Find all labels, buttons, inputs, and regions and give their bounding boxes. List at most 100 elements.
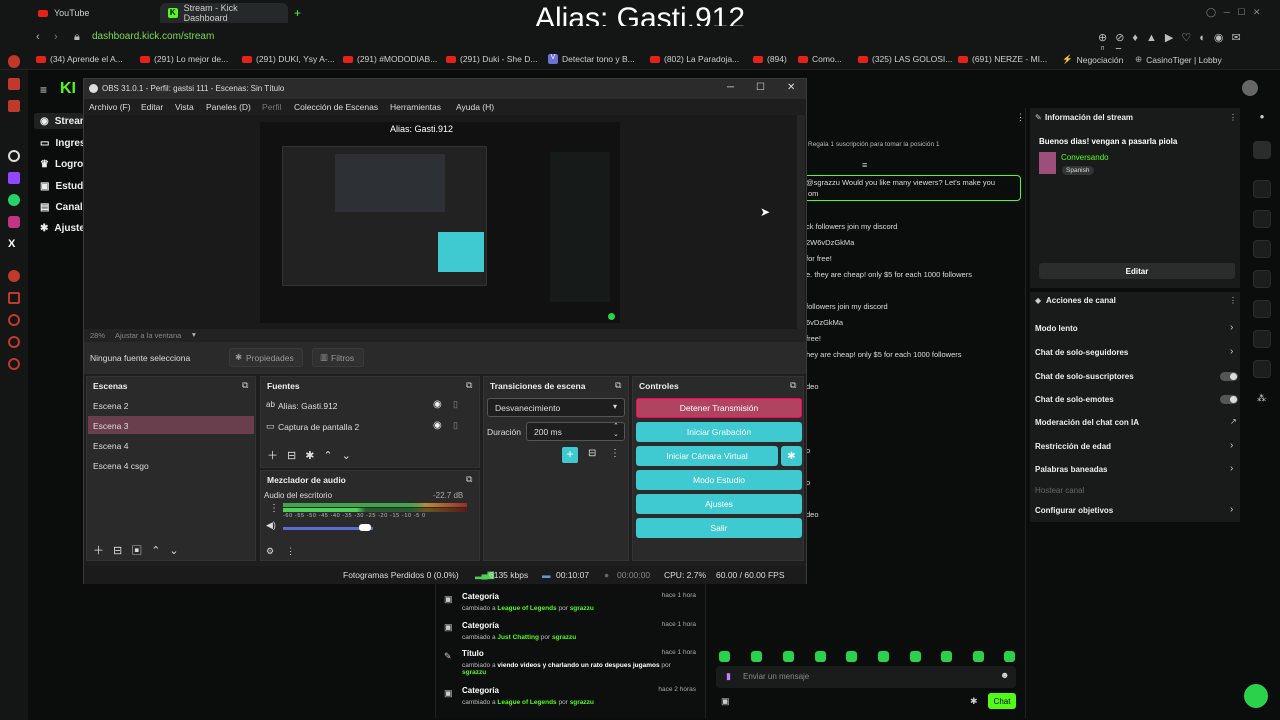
stream-category[interactable]: Conversando	[1061, 153, 1109, 162]
emote-icon[interactable]	[846, 651, 857, 662]
x-icon[interactable]: X	[8, 238, 20, 250]
menu-editar[interactable]: Editar	[141, 102, 163, 112]
window-controls[interactable]: ◯ ─ ☐ ✕	[1206, 7, 1261, 18]
document-icon[interactable]	[1253, 240, 1271, 258]
nav-stream[interactable]: ◉ Stream	[40, 116, 89, 127]
eye-icon[interactable]: ◉	[433, 420, 442, 431]
bookmark[interactable]: V Detectar tono y B...	[548, 54, 635, 64]
volume-slider-handle[interactable]	[359, 524, 371, 531]
menu-herramientas[interactable]: Herramientas	[390, 102, 441, 112]
action-banned-words[interactable]: Palabras baneadas	[1035, 465, 1107, 474]
edit-icon[interactable]	[1253, 141, 1271, 159]
bookmark[interactable]: (291) Lo mejor de...	[140, 54, 228, 64]
nav-settings[interactable]: ✱ Ajuste	[40, 223, 85, 234]
bookmark[interactable]: (325) LAS GOLOSI...	[858, 54, 952, 64]
minimize-icon[interactable]: ─	[727, 82, 734, 93]
start-recording-button[interactable]: Iniciar Grabación	[636, 422, 802, 442]
info-icon[interactable]: ●	[1253, 112, 1271, 130]
sidebar-icon[interactable]	[8, 78, 20, 90]
trash-icon[interactable]: ⊟	[588, 448, 596, 459]
dock-float-icon[interactable]: ⧉	[242, 380, 248, 391]
chevron-right-icon[interactable]: ›	[1230, 463, 1233, 474]
bookmark[interactable]: Como...	[798, 54, 842, 64]
lock-icon[interactable]: ▯	[453, 399, 458, 410]
emote-icon[interactable]	[878, 651, 889, 662]
layout-icon[interactable]	[1253, 180, 1271, 198]
preview-scrollbar[interactable]	[797, 115, 805, 329]
scene-item[interactable]: Escena 2	[93, 401, 128, 411]
nav-studio[interactable]: ▣ Estudi	[40, 181, 86, 192]
emote-icon[interactable]	[941, 651, 952, 662]
avatar[interactable]	[1242, 80, 1258, 96]
settings-button[interactable]: Ajustes	[636, 494, 802, 514]
virtual-camera-settings-icon[interactable]: ✱	[781, 446, 802, 466]
chat-menu-icon[interactable]: ⋮	[1016, 112, 1025, 123]
more-icon[interactable]: ⋮	[1229, 113, 1237, 122]
menu-coleccion[interactable]: Colección de Escenas	[294, 102, 378, 112]
settings-icon[interactable]	[8, 358, 20, 370]
transition-select[interactable]: Desvanecimiento ▾	[487, 398, 625, 417]
bookmark[interactable]: (291) DUKI, Ysy A-...	[242, 54, 335, 64]
emote-icon[interactable]	[783, 651, 794, 662]
more-icon[interactable]: ⋮	[269, 503, 279, 514]
wrench-icon[interactable]	[1253, 360, 1271, 378]
bookmark[interactable]: ⚡ Negociación	[1062, 54, 1123, 65]
sidebar-icon[interactable]	[8, 336, 20, 348]
action-configure-goals[interactable]: Configurar objetivos	[1035, 506, 1113, 515]
new-tab-button[interactable]: +	[286, 3, 309, 23]
kick-logo[interactable]: KI	[60, 80, 76, 98]
emote-icon[interactable]	[815, 651, 826, 662]
chevron-right-icon[interactable]: ›	[1230, 504, 1233, 515]
more-icon[interactable]: ⋮	[610, 448, 620, 459]
forward-icon[interactable]: ›	[54, 31, 58, 43]
duration-spinbox[interactable]: 200 ms ⌃ ⌄	[526, 422, 625, 441]
settings-icon[interactable]: ✱	[970, 696, 978, 707]
url-text[interactable]: dashboard.kick.com/stream	[92, 31, 214, 42]
dock-float-icon[interactable]: ⧉	[790, 380, 796, 391]
share-icon[interactable]: ⁂	[1257, 393, 1266, 404]
person-icon[interactable]	[1253, 300, 1271, 318]
bookmark[interactable]: (34) Aprende el A...	[36, 54, 123, 64]
chatgpt-icon[interactable]	[8, 150, 20, 162]
emote-icon[interactable]	[751, 651, 762, 662]
sidebar-icon[interactable]	[8, 56, 20, 68]
source-toolbar[interactable]: ＋⊟✱⌃⌄	[267, 447, 360, 463]
twitch-icon[interactable]	[8, 172, 20, 184]
nav-channel[interactable]: ▤ Canal	[40, 202, 83, 213]
emote-icon[interactable]	[973, 651, 984, 662]
hamburger-menu-icon[interactable]: ≡	[40, 83, 47, 97]
toggle-subscribers-only[interactable]	[1220, 372, 1238, 381]
chat-bubble-icon[interactable]	[1253, 270, 1271, 288]
scene-item[interactable]: Escena 4 csgo	[93, 461, 149, 471]
menu-vista[interactable]: Vista	[175, 102, 194, 112]
add-transition-button[interactable]: +	[562, 447, 578, 463]
scene-toolbar[interactable]: ＋⊟▣⌃⌄	[93, 542, 188, 558]
sidebar-icon[interactable]	[8, 292, 20, 304]
menu-paneles[interactable]: Paneles (D)	[206, 102, 251, 112]
exit-button[interactable]: Salir	[636, 518, 802, 538]
chevron-right-icon[interactable]: ›	[1230, 440, 1233, 451]
toggle-emotes-only[interactable]	[1220, 395, 1238, 404]
bookmark[interactable]: (691) NERZE - MI...	[958, 54, 1047, 64]
chat-bubble-icon[interactable]	[1244, 684, 1268, 708]
menu-archivo[interactable]: Archivo (F)	[89, 102, 131, 112]
whatsapp-icon[interactable]	[8, 194, 20, 206]
menu-perfil[interactable]: Perfil	[262, 102, 281, 112]
emote-icon[interactable]	[719, 651, 730, 662]
action-age-restriction[interactable]: Restricción de edad	[1035, 442, 1111, 451]
lock-icon[interactable]: ▯	[453, 420, 458, 431]
bookmark[interactable]: (291) Duki - She D...	[446, 54, 537, 64]
nav-income[interactable]: ▭ Ingres	[40, 138, 85, 149]
preview-canvas[interactable]: Alias: Gasti.912	[260, 122, 620, 323]
action-slow-mode[interactable]: Modo lento	[1035, 324, 1078, 333]
sidebar-icon[interactable]	[8, 314, 20, 326]
scene-item[interactable]: Escena 3	[93, 421, 128, 431]
eye-icon[interactable]: ◉	[433, 399, 442, 410]
source-item[interactable]: Alias: Gasti.912	[278, 401, 338, 411]
emote-icon[interactable]	[1004, 651, 1015, 662]
bookmark[interactable]: ⊕ CasinoTiger | Lobby	[1135, 54, 1222, 65]
emote-icon[interactable]	[910, 651, 921, 662]
stop-stream-button[interactable]: Detener Transmisión	[636, 398, 802, 418]
spin-arrows-icon[interactable]: ⌃ ⌄	[613, 423, 619, 439]
action-ai-moderation[interactable]: Moderación del chat con IA	[1035, 418, 1139, 427]
